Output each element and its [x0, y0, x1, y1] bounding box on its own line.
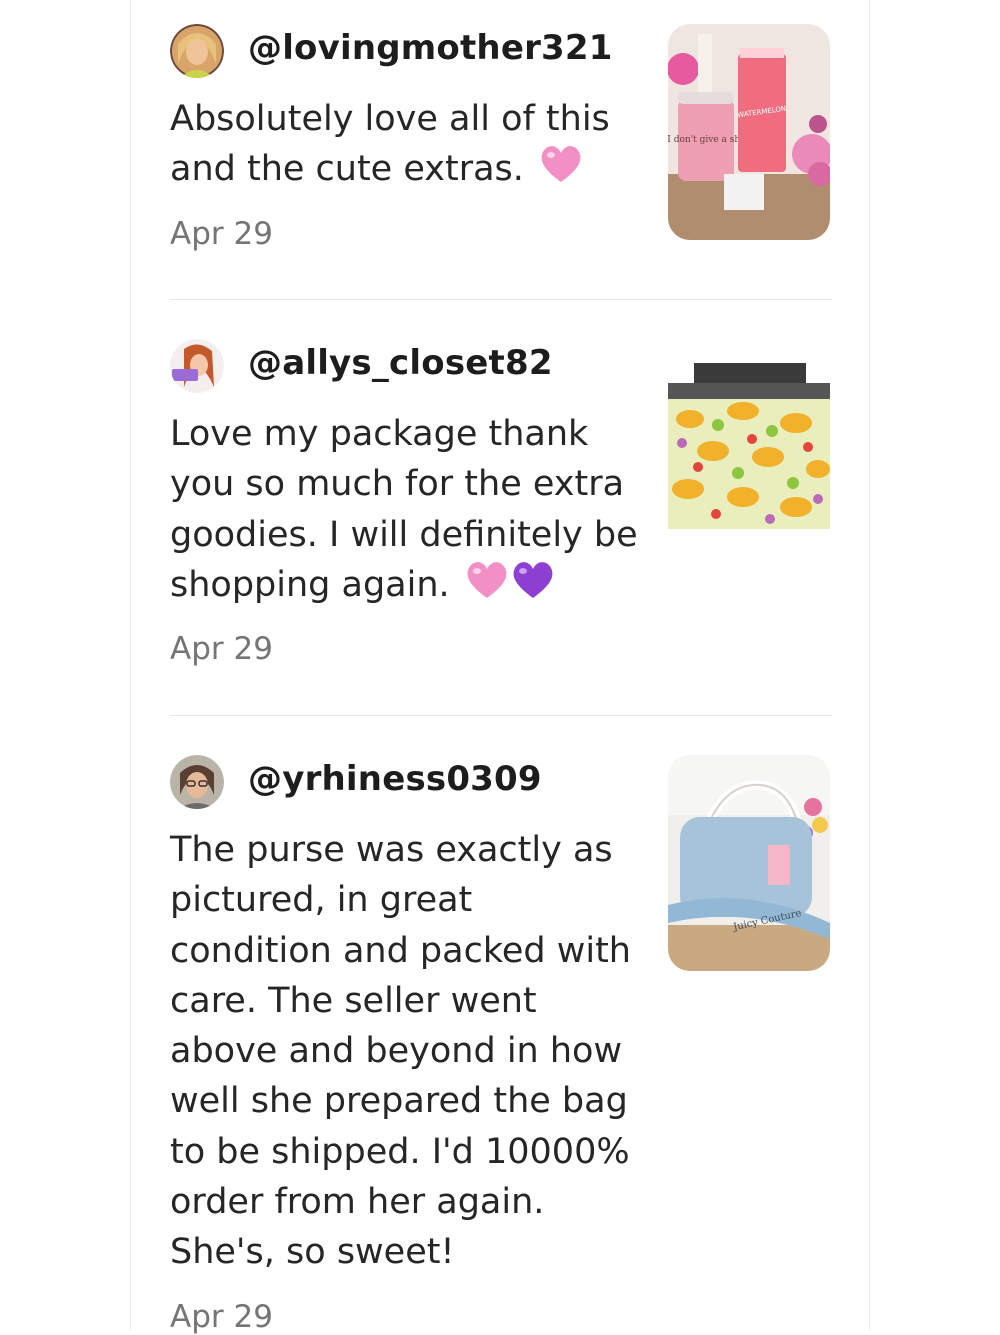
review-text: Love my package thank you so much for th…	[170, 409, 640, 614]
review-card: @allys_closet82 Love my package thank yo…	[170, 339, 832, 679]
review-photo[interactable]: I don't give a sh* WATERMELON	[668, 24, 830, 240]
purple-heart-icon	[511, 560, 555, 614]
avatar[interactable]	[170, 755, 224, 809]
review-date: Apr 29	[170, 631, 273, 667]
pink-heart-icon	[465, 560, 509, 614]
review-text-body: Love my package thank you so much for th…	[170, 414, 638, 605]
tumbler-label: I don't give a sh*	[668, 135, 745, 145]
review-date: Apr 29	[170, 216, 273, 252]
reviewer-handle[interactable]: @allys_closet82	[248, 343, 553, 383]
review-card: @lovingmother321 Absolutely love all of …	[170, 24, 832, 264]
avatar[interactable]	[170, 24, 224, 78]
review-card: @yrhiness0309 The purse was exactly as p…	[170, 755, 832, 1335]
avatar[interactable]	[170, 339, 224, 393]
review-photo[interactable]	[668, 339, 830, 555]
reviewer-handle[interactable]: @yrhiness0309	[248, 759, 542, 799]
review-photo[interactable]: Juicy Couture	[668, 755, 830, 971]
review-text: Absolutely love all of this and the cute…	[170, 94, 640, 199]
divider	[170, 715, 832, 716]
review-text: The purse was exactly as pictured, in gr…	[170, 830, 631, 1273]
divider	[170, 299, 832, 300]
pink-heart-icon	[539, 144, 583, 198]
reviewer-handle[interactable]: @lovingmother321	[248, 28, 613, 68]
